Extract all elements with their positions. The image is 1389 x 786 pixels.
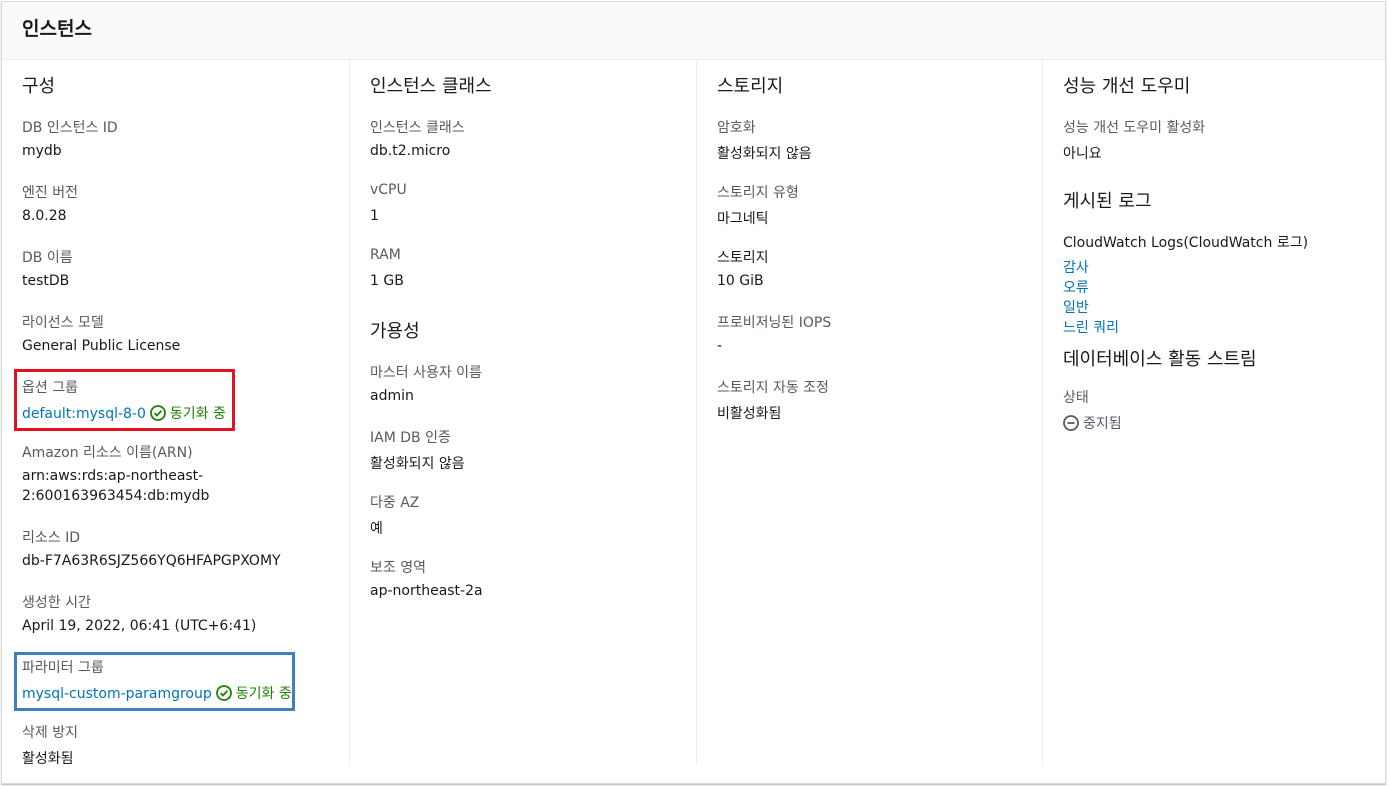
instance-class-column: 인스턴스 클래스 인스턴스 클래스 db.t2.micro vCPU 1 RAM… (349, 60, 695, 765)
iops-value: - (717, 338, 723, 354)
vcpu-label: vCPU (370, 182, 407, 198)
instance-class-heading: 인스턴스 클래스 (370, 76, 492, 97)
log-link-audit[interactable]: 감사 (1063, 257, 1089, 277)
resource-id-label: 리소스 ID (22, 530, 80, 546)
vcpu-value: 1 (370, 208, 379, 224)
storage-type-value: 마그네틱 (717, 211, 769, 227)
secondary-zone-value: ap-northeast-2a (370, 583, 483, 599)
arn-value-line1: arn:aws:rds:ap-northeast- (22, 468, 204, 484)
db-instance-id-value: mydb (22, 143, 62, 159)
activity-status-value: 중지됨 (1083, 416, 1122, 432)
engine-version-label: 엔진 버전 (22, 185, 78, 201)
db-name-value: testDB (22, 273, 70, 289)
minus-circle-icon (1063, 415, 1079, 435)
autoscaling-value: 비활성화됨 (717, 406, 782, 422)
master-user-label: 마스터 사용자 이름 (370, 365, 482, 381)
option-group-highlight (14, 369, 235, 431)
performance-enabled-value: 아니요 (1063, 146, 1102, 162)
created-value: April 19, 2022, 06:41 (UTC+6:41) (22, 618, 257, 634)
config-heading: 구성 (22, 76, 56, 97)
ram-value: 1 GB (370, 273, 404, 289)
performance-enabled-label: 성능 개선 도우미 활성화 (1063, 120, 1206, 136)
license-value: General Public License (22, 338, 181, 354)
encryption-label: 암호화 (717, 120, 756, 136)
logs-heading: 게시된 로그 (1063, 191, 1152, 212)
page-title: 인스턴스 (22, 18, 92, 40)
multi-az-value: 예 (370, 521, 383, 537)
storage-heading: 스토리지 (717, 76, 784, 97)
iam-auth-label: IAM DB 인증 (370, 430, 451, 446)
arn-value-line2: 2:600163963454:db:mydb (22, 488, 210, 504)
autoscaling-label: 스토리지 자동 조정 (717, 380, 829, 396)
activity-stream-heading: 데이터베이스 활동 스트림 (1063, 349, 1257, 370)
storage-type-label: 스토리지 유형 (717, 185, 799, 201)
activity-status-label: 상태 (1063, 390, 1089, 406)
license-label: 라이선스 모델 (22, 315, 104, 331)
instance-class-value: db.t2.micro (370, 143, 451, 159)
deletion-protection-label: 삭제 방지 (22, 725, 78, 741)
iops-label: 프로비저닝된 IOPS (717, 315, 832, 331)
cloudwatch-logs-label: CloudWatch Logs(CloudWatch 로그) (1063, 235, 1309, 251)
panel-header: 인스턴스 (2, 2, 1385, 60)
activity-status-row: 중지됨 (1063, 413, 1122, 435)
resource-id-value: db-F7A63R6SJZ566YQ6HFAPGPXOMY (22, 553, 281, 569)
log-link-general[interactable]: 일반 (1063, 297, 1089, 317)
arn-label: Amazon 리소스 이름(ARN) (22, 445, 193, 461)
engine-version-value: 8.0.28 (22, 208, 67, 224)
param-group-highlight (14, 652, 295, 711)
secondary-zone-label: 보조 영역 (370, 560, 426, 576)
deletion-protection-value: 활성화됨 (22, 751, 74, 767)
db-name-label: DB 이름 (22, 250, 73, 266)
storage-size-label: 스토리지 (717, 250, 769, 266)
multi-az-label: 다중 AZ (370, 495, 420, 511)
monitoring-column: 성능 개선 도우미 성능 개선 도우미 활성화 아니요 게시된 로그 Cloud… (1042, 60, 1388, 765)
iam-auth-value: 활성화되지 않음 (370, 456, 465, 472)
log-link-slow-query[interactable]: 느린 쿼리 (1063, 317, 1119, 337)
instance-class-label: 인스턴스 클래스 (370, 120, 465, 136)
db-instance-id-label: DB 인스턴스 ID (22, 120, 118, 136)
instance-panel: 인스턴스 구성 DB 인스턴스 ID mydb 엔진 버전 8.0.28 DB … (1, 1, 1386, 784)
encryption-value: 활성화되지 않음 (717, 146, 812, 162)
ram-label: RAM (370, 247, 401, 263)
availability-heading: 가용성 (370, 321, 420, 342)
performance-heading: 성능 개선 도우미 (1063, 76, 1191, 97)
log-link-error[interactable]: 오류 (1063, 277, 1089, 297)
master-user-value: admin (370, 388, 414, 404)
storage-size-value: 10 GiB (717, 273, 764, 289)
storage-column: 스토리지 암호화 활성화되지 않음 스토리지 유형 마그네틱 스토리지 10 G… (696, 60, 1042, 765)
created-label: 생성한 시간 (22, 595, 91, 611)
